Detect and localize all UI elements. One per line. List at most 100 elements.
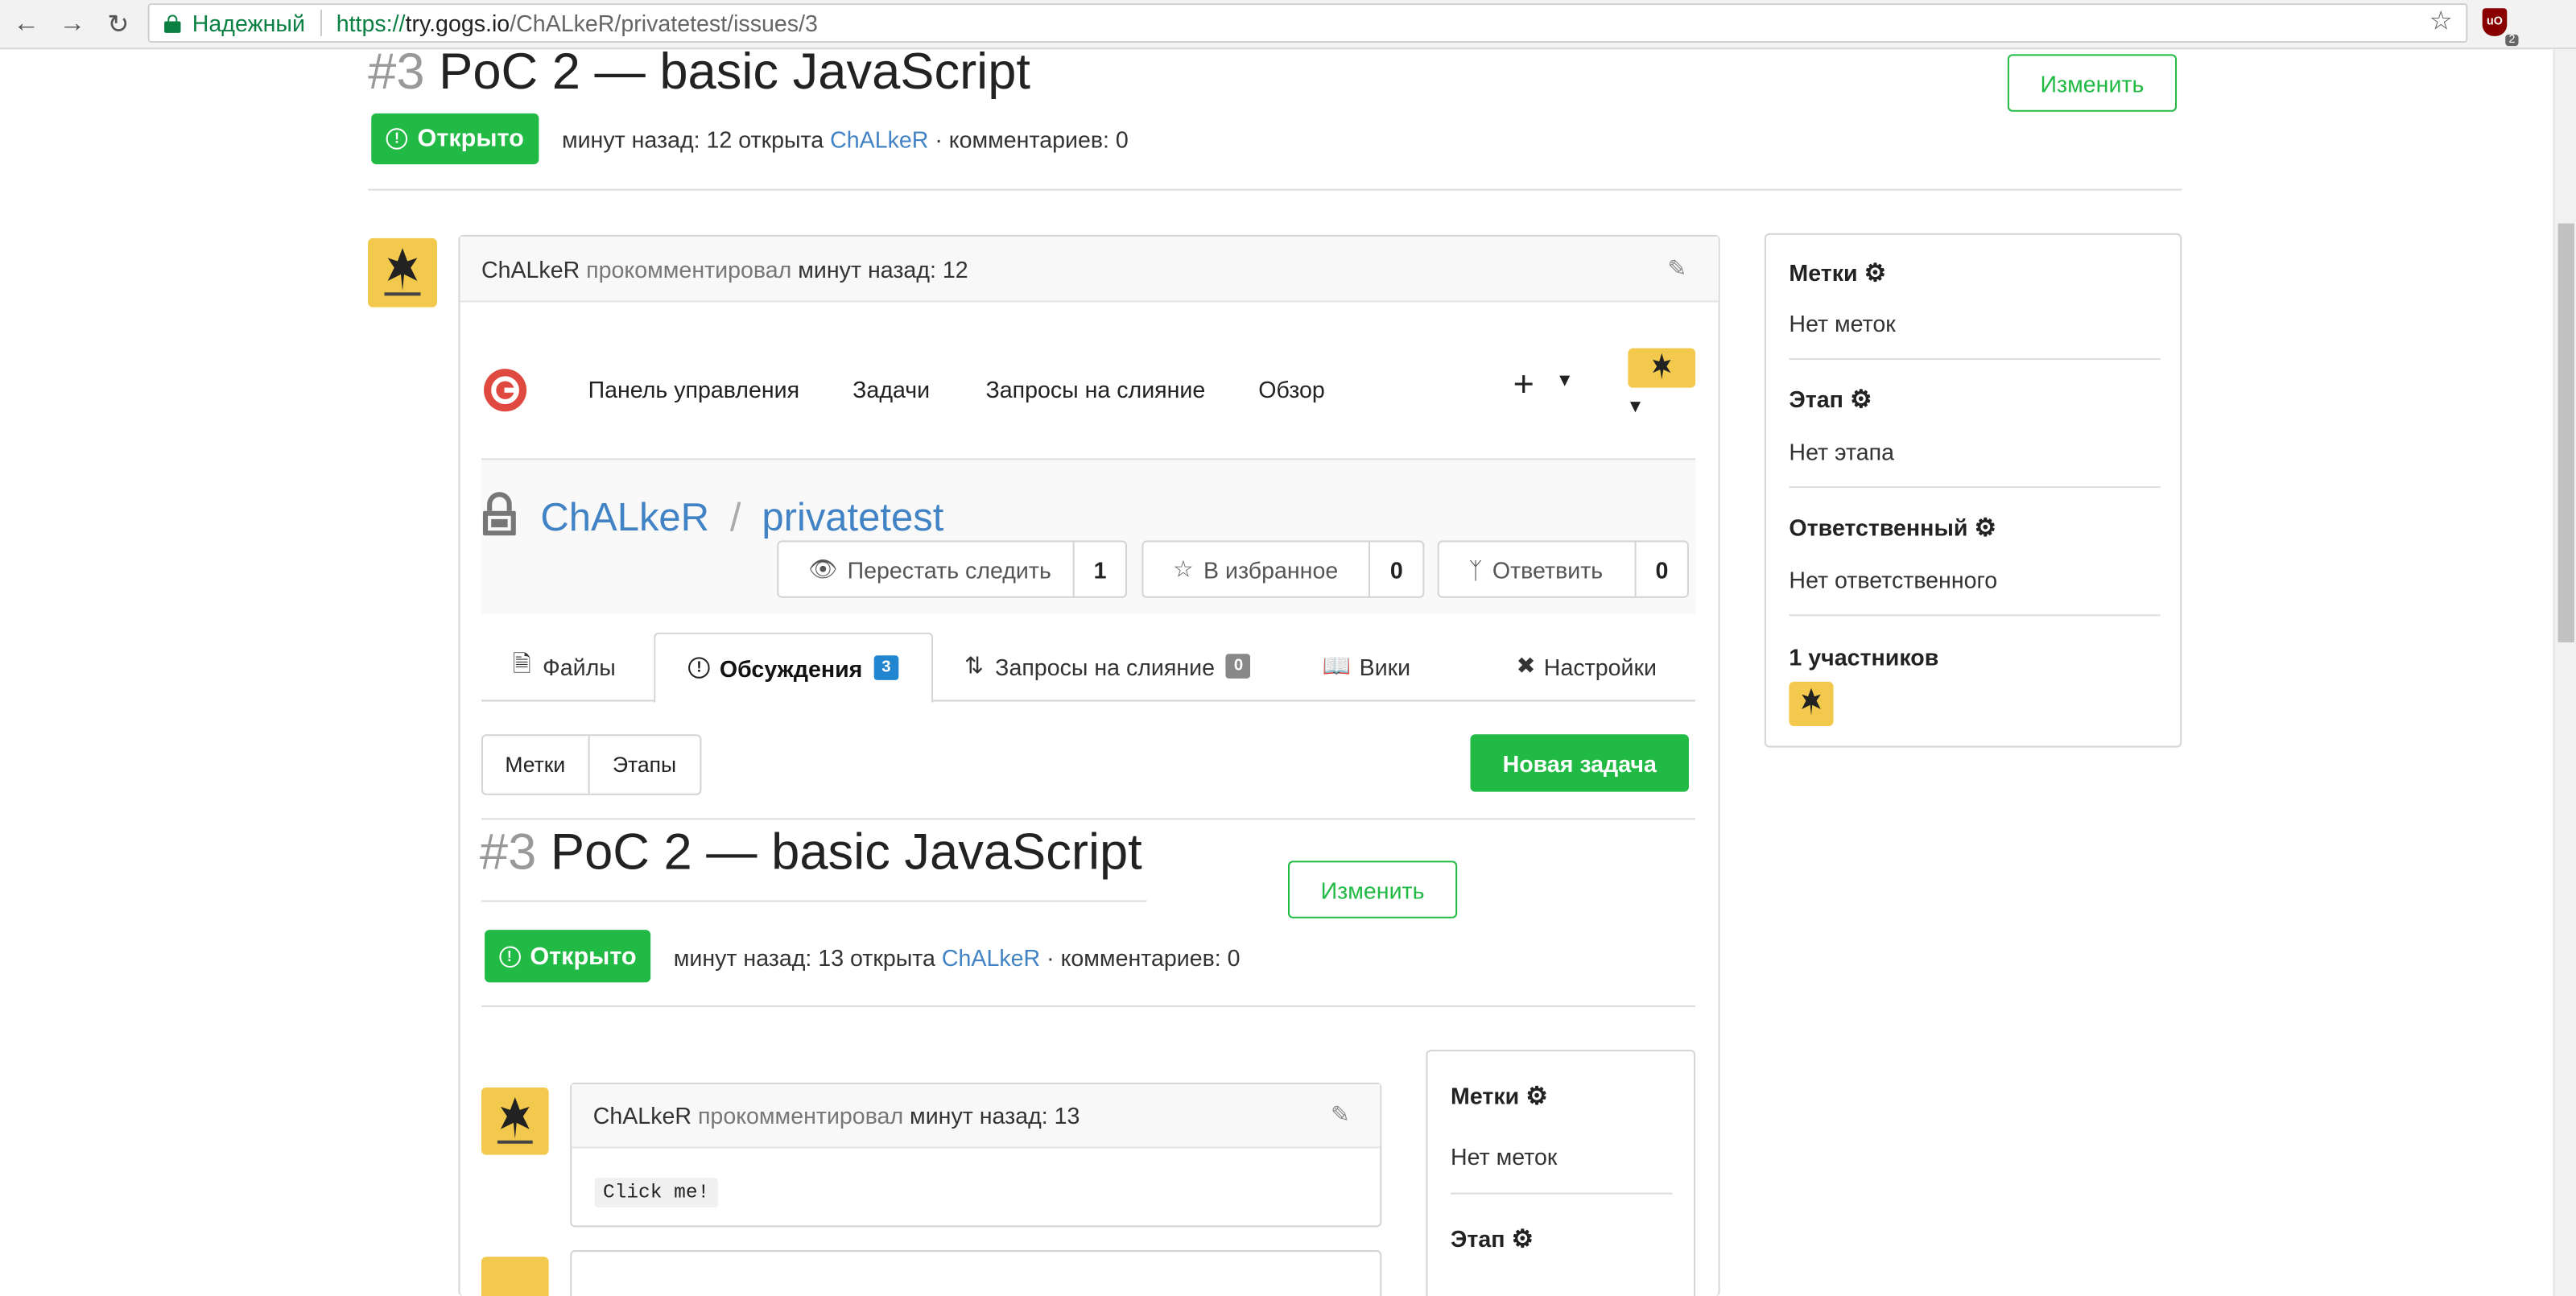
caret-down-icon[interactable]: ▼ [1556,371,1574,390]
star-icon: ☆ [1173,555,1194,582]
url-scheme: https:// [336,10,406,36]
inner-issue-title: #3 PoC 2 — basic JavaScript [479,823,1142,881]
inner-labels-value: Нет меток [1451,1143,1558,1170]
star-count[interactable]: 0 [1370,542,1422,596]
scrollbar-thumb[interactable] [2557,223,2574,642]
tab-wiki[interactable]: 📖 Вики [1323,633,1410,700]
file-icon: 🗎 [512,650,531,676]
inner-issue-meta: минут назад: 13 открыта ChALkeR · коммен… [673,944,1241,972]
url-path: /ChALkeR/privatetest/issues/3 [510,10,818,36]
screen: ← → ↻ Надежный https://try.gogs.io/ChALk… [0,0,2576,1296]
issue-open-icon: ! [386,128,408,150]
tab-issues[interactable]: ! Обсуждения 3 [654,632,934,704]
assignee-title: Ответственный ⚙ [1789,513,1996,543]
tab-settings[interactable]: ✖ Настройки [1517,633,1657,700]
comment-time: минут назад: 12 [798,255,968,282]
divider [320,10,322,36]
tools-icon: ✖ [1516,652,1536,679]
issue-title: #3 PoC 2 — basic JavaScript [368,43,1030,101]
inner-issue-author-link[interactable]: ChALkeR [942,944,1040,971]
ublock-extension-icon[interactable]: uO 2 [2482,8,2519,47]
tab-files[interactable]: 🗎 Файлы [513,633,616,700]
gear-icon[interactable]: ⚙ [1975,513,1996,543]
book-icon: 📖 [1322,652,1352,679]
comment-box [570,1250,1382,1296]
labels-title: Метки ⚙ [1789,258,1886,287]
repo-title: ChALkeR / privatetest [540,496,944,541]
participants-title: 1 участников [1789,643,1939,671]
gogs-logo-icon[interactable] [481,366,529,414]
nav-issues[interactable]: Задачи [852,376,930,402]
tab-pull-requests[interactable]: ⇅ Запросы на слияние 0 [964,633,1251,700]
divider [481,1005,1696,1008]
reload-icon[interactable]: ↻ [102,8,135,41]
gear-icon[interactable]: ⚙ [1525,1081,1547,1111]
gear-icon[interactable]: ⚙ [1850,385,1872,415]
create-plus-icon[interactable]: + [1513,363,1534,406]
url-host: try.gogs.io [405,10,510,36]
inner-sidebar: Метки ⚙ Нет меток Этап ⚙ [1426,1050,1696,1296]
lock-icon [164,14,181,32]
nav-explore[interactable]: Обзор [1258,376,1325,402]
repo-owner-link[interactable]: ChALkeR [540,496,709,540]
avatar[interactable] [481,1088,549,1155]
star-button[interactable]: ☆ В избранное 0 [1141,540,1425,598]
inner-comment-author[interactable]: ChALkeR [593,1102,691,1129]
milestones-button[interactable]: Этапы [589,736,700,793]
forward-icon[interactable]: → [56,8,89,41]
participant-avatar[interactable] [1789,681,1834,727]
pencil-icon[interactable]: ✎ [1331,1100,1350,1129]
bookmark-star-icon[interactable]: ☆ [2429,5,2453,38]
issue-status-badge: ! Открыто [371,113,539,165]
issue-meta: минут назад: 12 открыта ChALkeR · коммен… [561,126,1129,153]
issue-icon: ! [688,657,710,679]
inner-comment-header: ChALkeR прокомментировал минут назад: 13 [572,1083,1381,1149]
page-scrollbar[interactable] [2553,49,2576,1296]
fork-icon: ᛉ [1468,555,1483,583]
divider [1789,357,2161,360]
extension-badge: 2 [2505,34,2519,47]
pencil-icon[interactable]: ✎ [1667,254,1686,283]
divider [368,188,2182,191]
pulls-count-badge: 0 [1226,654,1251,679]
gear-icon[interactable]: ⚙ [1864,258,1886,287]
labels-button[interactable]: Метки [483,736,589,794]
edit-issue-button[interactable]: Изменить [2007,54,2178,112]
nav-pulls[interactable]: Запросы на слияние [985,376,1205,402]
caret-down-icon[interactable]: ▼ [1626,398,1644,417]
labels-milestones-group: Метки Этапы [481,734,702,795]
inner-issue-status-badge: ! Открыто [485,930,651,983]
pull-request-icon: ⇅ [964,652,984,679]
divider [481,818,1696,820]
divider [1789,486,2161,489]
milestone-title: Этап ⚙ [1789,385,1872,415]
user-avatar-menu[interactable] [1628,348,1696,388]
labels-value: Нет меток [1789,310,1896,337]
watch-count[interactable]: 1 [1075,542,1125,596]
fork-button[interactable]: ᛉ Ответвить 0 [1437,540,1689,598]
assignee-value: Нет ответственного [1789,567,1998,593]
new-issue-button[interactable]: Новая задача [1470,734,1689,792]
repo-name-link[interactable]: privatetest [762,496,943,540]
watch-button[interactable]: 👁 Перестать следить 1 [777,540,1127,598]
comment-body: Click me! [594,1176,718,1207]
divider [1789,614,2161,617]
issue-author-link[interactable]: ChALkeR [830,126,928,153]
inner-milestone-title: Этап ⚙ [1451,1224,1534,1253]
inner-edit-issue-button[interactable]: Изменить [1287,861,1458,918]
address-bar[interactable]: Надежный https://try.gogs.io/ChALkeR/pri… [147,3,2468,43]
divider [1451,1192,1673,1195]
browser-toolbar: ← → ↻ Надежный https://try.gogs.io/ChALk… [0,0,2576,50]
inner-comment-box: ChALkeR прокомментировал минут назад: 13… [570,1082,1382,1228]
nav-dashboard[interactable]: Панель управления [588,376,799,402]
divider [481,900,1147,902]
avatar[interactable] [368,237,437,307]
fork-count[interactable]: 0 [1637,542,1687,596]
code-snippet: Click me! [594,1178,718,1207]
comment-author[interactable]: ChALkeR [481,255,580,282]
back-icon[interactable]: ← [10,8,43,41]
issue-open-icon: ! [498,945,521,968]
comment-header: ChALkeR прокомментировал минут назад: 12 [460,236,1719,303]
gear-icon[interactable]: ⚙ [1512,1224,1534,1253]
avatar[interactable] [481,1257,549,1296]
